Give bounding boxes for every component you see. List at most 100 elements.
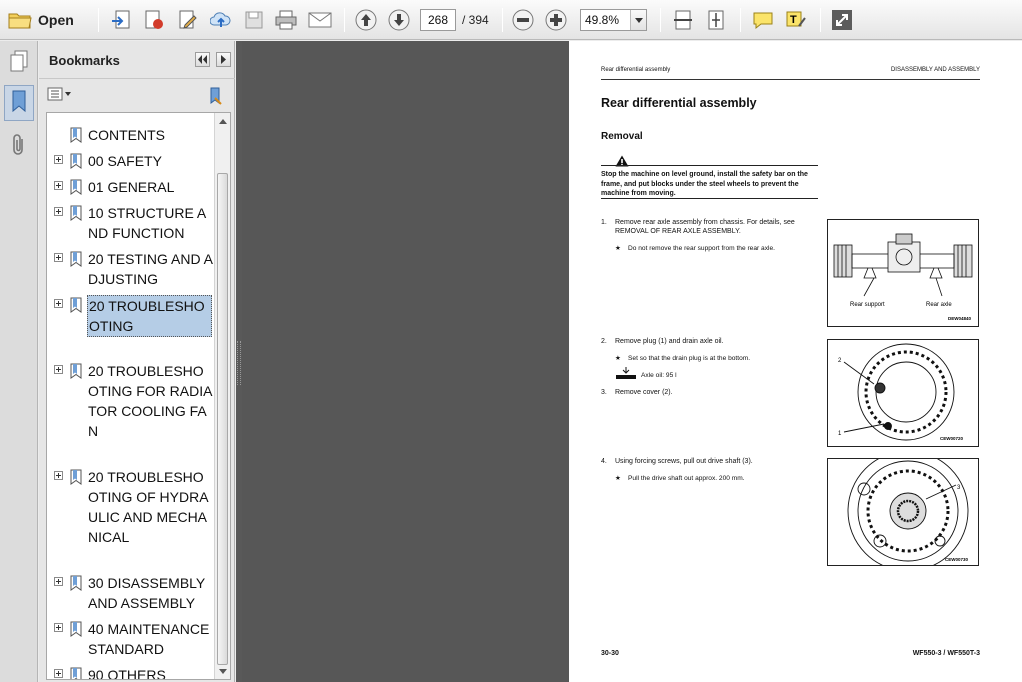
header-rule: [601, 79, 980, 80]
panel-splitter[interactable]: [236, 41, 242, 682]
full-screen-button[interactable]: [829, 7, 855, 33]
bookmark-label: 40 MAINTENANCE STANDARD: [88, 621, 210, 657]
figure-code: DEW04840: [948, 316, 972, 321]
folder-icon: [8, 10, 32, 30]
note-text: Set so that the drain plug is at the bot…: [628, 355, 751, 362]
zoom-in-button[interactable]: [543, 7, 569, 33]
bookmark-label: 30 DISASSEMBLY AND ASSEMBLY: [88, 575, 205, 611]
bookmark-icon: [69, 469, 83, 490]
attachments-button[interactable]: [4, 129, 34, 165]
collapse-panel-button[interactable]: [195, 52, 210, 67]
scroll-down-icon[interactable]: [219, 669, 227, 674]
expand-plus-icon[interactable]: [54, 299, 63, 308]
figure-label: 1: [838, 431, 842, 437]
combine-files-icon: [143, 9, 165, 31]
upload-button[interactable]: [207, 7, 235, 33]
previous-page-button[interactable]: [353, 7, 379, 33]
pdf-page: Rear differential assembly DISASSEMBLY A…: [569, 41, 1022, 682]
bookmark-icon: [69, 621, 83, 642]
page-title: Rear differential assembly: [601, 96, 757, 110]
highlight-text-button[interactable]: T: [782, 7, 810, 33]
scroll-thumb[interactable]: [217, 173, 228, 665]
warning-rule-bottom: [601, 198, 818, 199]
expand-plus-icon[interactable]: [54, 181, 63, 190]
step-text: Remove cover (2).: [615, 389, 673, 396]
chevron-down-icon[interactable]: [630, 10, 646, 30]
combine-files-button[interactable]: [140, 7, 168, 33]
expand-plus-icon[interactable]: [54, 365, 63, 374]
scroll-up-icon[interactable]: [219, 119, 227, 124]
step-number: 2.: [601, 338, 607, 345]
step-text: Remove plug (1) and drain axle oil.: [615, 338, 724, 345]
fit-width-button[interactable]: [669, 7, 697, 33]
expand-bookmark-button[interactable]: [205, 86, 225, 106]
zoom-out-button[interactable]: [510, 7, 536, 33]
bookmark-icon: [69, 153, 83, 174]
bookmark-icon: [69, 127, 83, 148]
comment-button[interactable]: [749, 7, 777, 33]
expand-plus-icon[interactable]: [54, 669, 63, 678]
bookmark-icon: [69, 205, 83, 226]
drive-shaft-drawing: 3 CEW00730: [847, 459, 969, 565]
expand-plus-icon[interactable]: [54, 623, 63, 632]
options-dropdown-button[interactable]: [47, 87, 75, 105]
create-pdf-button[interactable]: [108, 7, 136, 33]
bookmarks-scrollbar[interactable]: [214, 113, 230, 679]
email-button[interactable]: [306, 7, 334, 33]
note-text: Pull the drive shaft out approx. 200 mm.: [628, 475, 745, 482]
bookmark-ribbon-icon: [9, 89, 29, 118]
open-button[interactable]: Open: [6, 7, 80, 33]
separator: [502, 8, 503, 32]
zoom-select[interactable]: 49.8%: [580, 9, 647, 31]
separator: [344, 8, 345, 32]
figure-label: Rear axle: [926, 302, 952, 308]
bookmark-label: 01 GENERAL: [88, 179, 175, 195]
bookmark-label: 00 SAFETY: [88, 153, 162, 169]
figure-code: CEW00730: [945, 557, 969, 562]
edit-document-button[interactable]: [174, 7, 202, 33]
print-button[interactable]: [272, 7, 300, 33]
bookmark-icon: [69, 363, 83, 384]
speech-bubble-icon: [752, 10, 774, 30]
step-number: 1.: [601, 219, 607, 226]
separator: [820, 8, 821, 32]
bookmarks-tree: CONTENTS 00 SAFETY 01 GENERAL 10 STRUCTURE …: [46, 112, 231, 680]
bookmark-label: 10 STRUCTURE AND FUNCTION: [88, 205, 207, 241]
pages-icon: [9, 50, 29, 77]
figure-axle-cover: 2 1 CEW00720: [827, 339, 979, 447]
section-heading: Removal: [601, 131, 643, 142]
star-icon: ★: [615, 245, 621, 252]
create-pdf-icon: [111, 9, 133, 31]
expand-icon: [831, 9, 853, 31]
expand-plus-icon[interactable]: [54, 471, 63, 480]
bookmark-icon: [69, 179, 83, 200]
navigation-rail: [0, 41, 38, 682]
separator: [740, 8, 741, 32]
oil-drain-icon: [615, 366, 637, 385]
paperclip-icon: [10, 133, 28, 162]
panel-menu-button[interactable]: [216, 52, 231, 67]
figure-drive-shaft: 3 CEW00730: [827, 458, 979, 566]
bookmarks-panel: Bookmarks CONTENTS 00 SAFETY 01 GENERAL 10 …: [39, 41, 235, 682]
page-thumbnails-button[interactable]: [4, 45, 34, 81]
page-total: / 394: [462, 13, 489, 27]
page-number-input[interactable]: 268: [420, 9, 456, 31]
figure-code: CEW00720: [940, 436, 964, 441]
step-text: Remove rear axle assembly from chassis. …: [615, 219, 795, 235]
printer-icon: [275, 10, 297, 30]
figure-label: 3: [957, 485, 961, 491]
splitter-grip[interactable]: [237, 341, 241, 385]
expand-plus-icon[interactable]: [54, 207, 63, 216]
expand-plus-icon[interactable]: [54, 253, 63, 262]
pencil-doc-icon: [177, 9, 199, 31]
fit-page-button[interactable]: [702, 7, 730, 33]
expand-plus-icon[interactable]: [54, 577, 63, 586]
zoom-value: 49.8%: [585, 13, 620, 27]
bookmarks-tab-button[interactable]: [4, 85, 34, 121]
bookmark-icon: [69, 667, 83, 679]
expand-plus-icon[interactable]: [54, 155, 63, 164]
next-page-button[interactable]: [386, 7, 412, 33]
plus-circle-icon: [545, 9, 567, 31]
save-button[interactable]: [240, 7, 268, 33]
fit-width-icon: [673, 9, 693, 31]
